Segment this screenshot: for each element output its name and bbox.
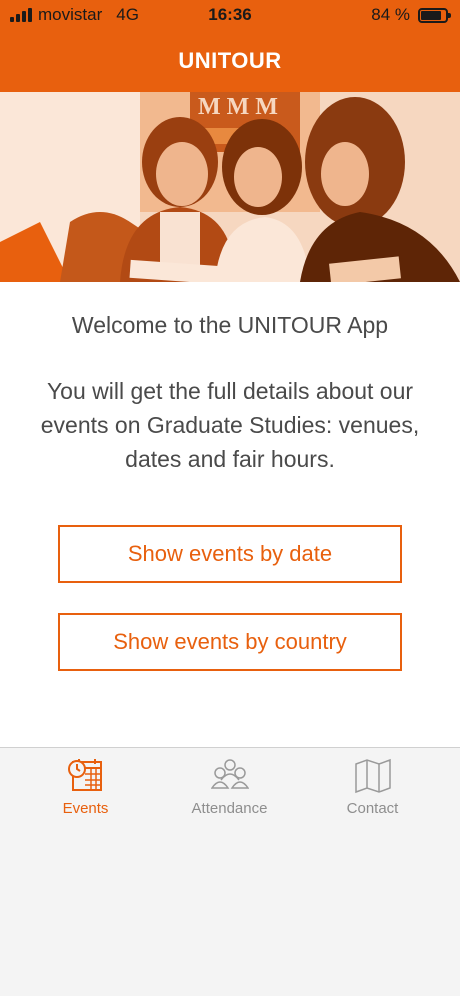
page-title: UNITOUR: [178, 48, 282, 73]
show-events-by-country-button[interactable]: Show events by country: [58, 613, 402, 671]
hero-image: M M M: [0, 92, 460, 282]
battery-icon: [418, 7, 451, 23]
tab-events[interactable]: Events: [9, 748, 162, 823]
people-icon: [211, 759, 249, 789]
tab-contact-label: Contact: [346, 800, 399, 817]
tab-events-label: Events: [62, 800, 109, 817]
status-bar: movistar 4G 16:36 84 %: [0, 0, 460, 30]
calendar-clock-icon: [68, 759, 102, 791]
show-events-by-date-button[interactable]: Show events by date: [58, 525, 402, 583]
nav-bar: UNITOUR: [0, 30, 460, 92]
tab-bar: Events Attendance Contact: [0, 747, 460, 996]
svg-text:M M M: M M M: [198, 94, 278, 120]
tab-attendance-label: Attendance: [191, 800, 268, 817]
main-content: Welcome to the UNITOUR App You will get …: [0, 282, 460, 747]
map-icon: [355, 758, 391, 794]
tab-attendance[interactable]: Attendance: [153, 748, 306, 823]
welcome-heading: Welcome to the UNITOUR App: [71, 312, 389, 338]
tab-contact[interactable]: Contact: [296, 748, 449, 823]
battery-percent: 84 %: [371, 5, 410, 24]
description-text: You will get the full details about our …: [40, 378, 420, 472]
